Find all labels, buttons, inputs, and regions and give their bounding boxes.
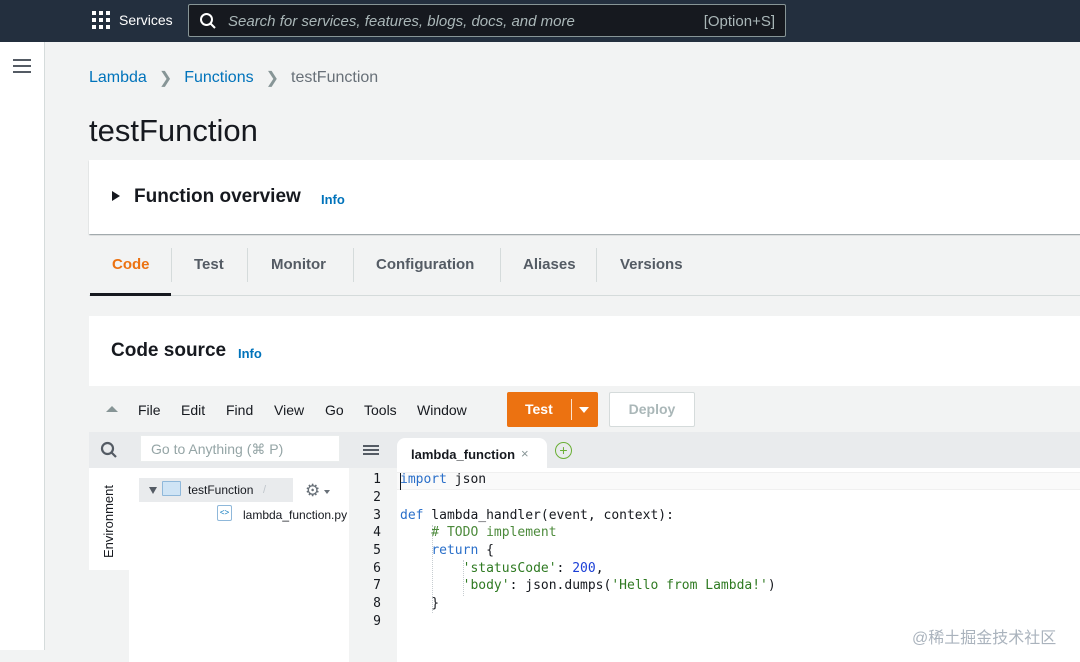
tab-monitor[interactable]: Monitor (271, 256, 326, 273)
environment-tab[interactable]: Environment (89, 468, 129, 570)
menu-find[interactable]: Find (226, 402, 253, 418)
chevron-right-icon: ❯ (265, 70, 280, 87)
add-tab-icon[interactable]: + (555, 442, 572, 459)
folder-icon (162, 481, 181, 496)
line-number: 4 (373, 525, 381, 540)
code-line: def lambda_handler(event, context): (400, 508, 674, 523)
line-number: 9 (373, 614, 381, 629)
tab-divider (247, 248, 248, 282)
tab-divider (500, 248, 501, 282)
text-cursor (400, 473, 401, 490)
caret-down-icon[interactable] (324, 490, 330, 494)
test-button[interactable]: Test (507, 392, 598, 427)
menu-view[interactable]: View (274, 402, 304, 418)
editor-tab-label: lambda_function (411, 447, 516, 462)
chevron-right-icon: ❯ (158, 70, 173, 87)
tab-test[interactable]: Test (194, 256, 224, 273)
code-source-heading: Code source (111, 340, 227, 361)
top-nav-bar: Services Search for services, features, … (0, 0, 1080, 42)
line-number: 1 (373, 472, 381, 487)
expand-caret-icon[interactable] (149, 487, 157, 494)
editor-tab-bar: lambda_function × + (349, 432, 1080, 468)
watermark: @稀土掘金技术社区 (912, 630, 1057, 647)
menu-window[interactable]: Window (417, 402, 467, 418)
file-explorer: Go to Anything (⌘ P) Environment testFun… (89, 432, 349, 662)
active-tab-indicator (90, 293, 171, 296)
tab-list-icon[interactable] (363, 445, 379, 457)
breadcrumb-current: testFunction (291, 69, 379, 86)
search-placeholder: Search for services, features, blogs, do… (228, 13, 575, 30)
expand-caret-icon[interactable] (112, 191, 120, 201)
line-number: 2 (373, 490, 381, 505)
code-line: import json (400, 472, 487, 487)
tab-code[interactable]: Code (112, 256, 150, 273)
code-line: return { (431, 543, 494, 558)
menu-file[interactable]: File (138, 402, 161, 418)
deploy-button[interactable]: Deploy (609, 392, 695, 427)
code-source-info-link[interactable]: Info (238, 346, 262, 361)
line-number: 5 (373, 543, 381, 558)
folder-suffix: / (263, 484, 267, 496)
line-number: 8 (373, 596, 381, 611)
line-number: 6 (373, 561, 381, 576)
goto-anything-input[interactable]: Go to Anything (⌘ P) (140, 435, 340, 462)
environment-label: Environment (101, 485, 116, 558)
menu-go[interactable]: Go (325, 402, 344, 418)
services-grid-icon (92, 11, 110, 29)
function-overview-panel: Function overview Info (89, 160, 1080, 234)
function-overview-info-link[interactable]: Info (321, 192, 345, 207)
menu-icon[interactable] (13, 59, 31, 73)
breadcrumb-lambda[interactable]: Lambda (89, 69, 147, 87)
line-number: 3 (373, 508, 381, 523)
global-search-input[interactable]: Search for services, features, blogs, do… (188, 4, 786, 37)
caret-down-icon[interactable] (579, 407, 589, 413)
function-overview-heading[interactable]: Function overview (134, 186, 301, 208)
code-line: 'body': json.dumps('Hello from Lambda!') (462, 578, 776, 593)
search-icon (100, 441, 117, 458)
tab-divider (596, 248, 597, 282)
services-label: Services (119, 12, 173, 28)
file-tree: testFunction / ⚙ <> lambda_function.py (129, 468, 349, 662)
close-icon[interactable]: × (521, 446, 529, 461)
collapse-up-icon[interactable] (106, 406, 118, 412)
search-icon (200, 13, 216, 29)
tab-versions[interactable]: Versions (620, 256, 683, 273)
page-title: testFunction (89, 113, 258, 148)
folder-name[interactable]: testFunction (188, 483, 253, 497)
split-divider (571, 399, 572, 420)
python-file-icon: <> (217, 505, 232, 521)
code-line: 'statusCode': 200, (462, 561, 604, 576)
gear-icon[interactable]: ⚙ (305, 481, 320, 501)
breadcrumb-functions[interactable]: Functions (184, 69, 253, 87)
current-line-highlight (397, 472, 1080, 490)
code-line: } (400, 596, 440, 611)
tab-configuration[interactable]: Configuration (376, 256, 474, 273)
goto-bar: Go to Anything (⌘ P) (89, 432, 349, 468)
tab-divider (171, 248, 172, 282)
line-number-gutter: 1 2 3 4 5 6 7 8 9 (349, 468, 397, 662)
search-shortcut: [Option+S] (703, 13, 775, 30)
code-line: # TODO implement (400, 525, 557, 540)
function-tabs: Code Test Monitor Configuration Aliases … (89, 234, 1080, 296)
test-button-label: Test (525, 401, 553, 417)
editor-tab[interactable]: lambda_function × (397, 438, 547, 468)
tab-aliases[interactable]: Aliases (523, 256, 576, 273)
services-menu[interactable]: Services (92, 11, 173, 29)
file-lambda-function[interactable]: lambda_function.py (243, 508, 347, 522)
side-navigation (0, 42, 45, 650)
menu-tools[interactable]: Tools (364, 402, 397, 418)
environment-strip: Environment (89, 468, 129, 662)
breadcrumb: Lambda ❯ Functions ❯ testFunction (89, 68, 378, 88)
line-number: 7 (373, 578, 381, 593)
menu-edit[interactable]: Edit (181, 402, 205, 418)
tab-divider (353, 248, 354, 282)
code-source-panel: Code source Info File Edit Find View Go … (89, 316, 1080, 662)
ide-toolbar: File Edit Find View Go Tools Window Test… (89, 386, 1080, 432)
